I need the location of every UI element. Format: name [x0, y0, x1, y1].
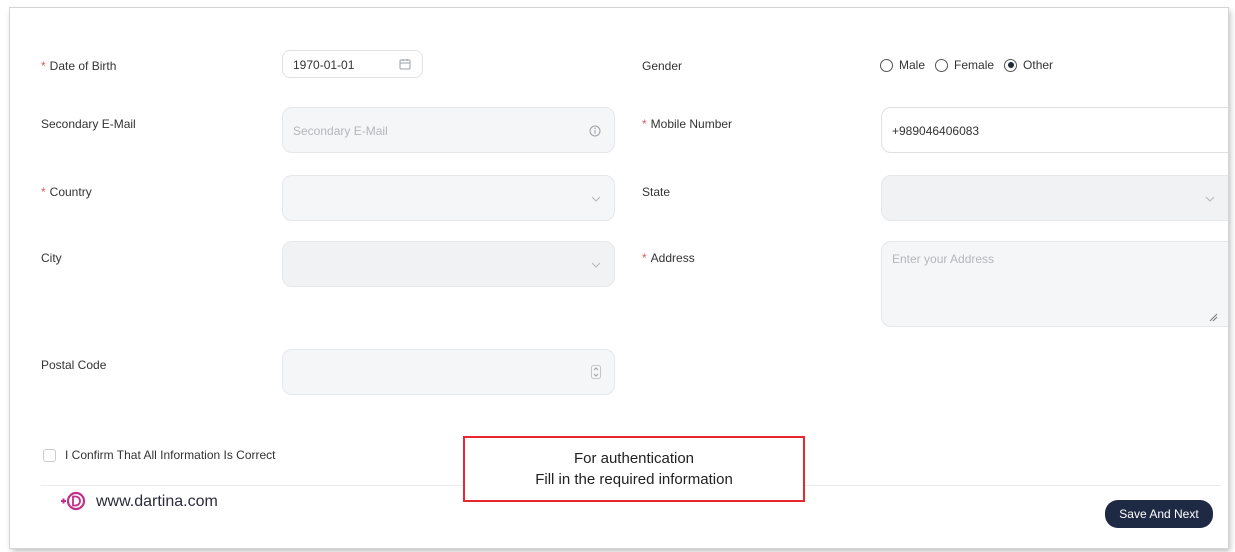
dob-label: * Date of Birth — [41, 59, 117, 73]
radio-selected-icon[interactable] — [1004, 58, 1018, 72]
secondary-email-input[interactable]: Secondary E-Mail — [282, 107, 615, 153]
country-select[interactable] — [282, 175, 615, 221]
postal-code-input[interactable] — [282, 349, 615, 395]
dob-input[interactable]: 1970-01-01 — [282, 50, 423, 78]
gender-female-radio[interactable]: Female — [935, 58, 994, 72]
info-icon[interactable] — [588, 124, 602, 138]
annotation-callout: For authentication Fill in the required … — [463, 436, 805, 502]
chevron-down-icon — [1204, 193, 1216, 205]
registration-form-card: * Date of Birth 1970-01-01 Gender Male Fe… — [10, 8, 1228, 548]
gender-male-radio[interactable]: Male — [880, 58, 925, 72]
chevron-down-icon — [590, 193, 602, 205]
secondary-email-placeholder: Secondary E-Mail — [293, 124, 388, 138]
address-textarea[interactable]: Enter your Address — [881, 241, 1228, 327]
country-label: * Country — [41, 185, 92, 199]
gender-label: Gender — [642, 59, 683, 73]
mobile-input[interactable]: +989046406083 — [881, 107, 1228, 153]
dartina-logo-icon — [60, 490, 86, 512]
city-select[interactable] — [282, 241, 615, 287]
annotation-line-2: Fill in the required information — [535, 471, 733, 488]
state-select[interactable] — [881, 175, 1228, 221]
save-and-next-button[interactable]: Save And Next — [1105, 500, 1213, 528]
chevron-down-icon — [590, 259, 602, 271]
mobile-value: +989046406083 — [892, 124, 980, 138]
resize-handle-icon[interactable] — [1208, 312, 1218, 322]
website-link[interactable]: www.dartina.com — [96, 493, 218, 511]
calendar-icon[interactable] — [398, 57, 412, 71]
confirm-label[interactable]: I Confirm That All Information Is Correc… — [65, 448, 276, 462]
address-placeholder: Enter your Address — [892, 252, 995, 266]
radio-circle-icon[interactable] — [935, 58, 949, 72]
radio-circle-icon[interactable] — [880, 58, 893, 72]
annotation-line-1: For authentication — [573, 450, 695, 467]
gender-radio-group: Male Female Other — [880, 58, 1063, 72]
state-label: State — [642, 185, 671, 199]
confirm-checkbox[interactable] — [43, 449, 56, 462]
dob-value: 1970-01-01 — [293, 58, 355, 72]
address-label: * Address — [642, 251, 695, 265]
postal-code-label: Postal Code — [41, 358, 107, 372]
gender-other-radio[interactable]: Other — [1004, 58, 1053, 72]
mobile-label: * Mobile Number — [642, 117, 733, 131]
secondary-email-label: Secondary E-Mail — [41, 117, 136, 131]
number-stepper-icon[interactable] — [590, 364, 602, 380]
city-label: City — [41, 251, 62, 265]
